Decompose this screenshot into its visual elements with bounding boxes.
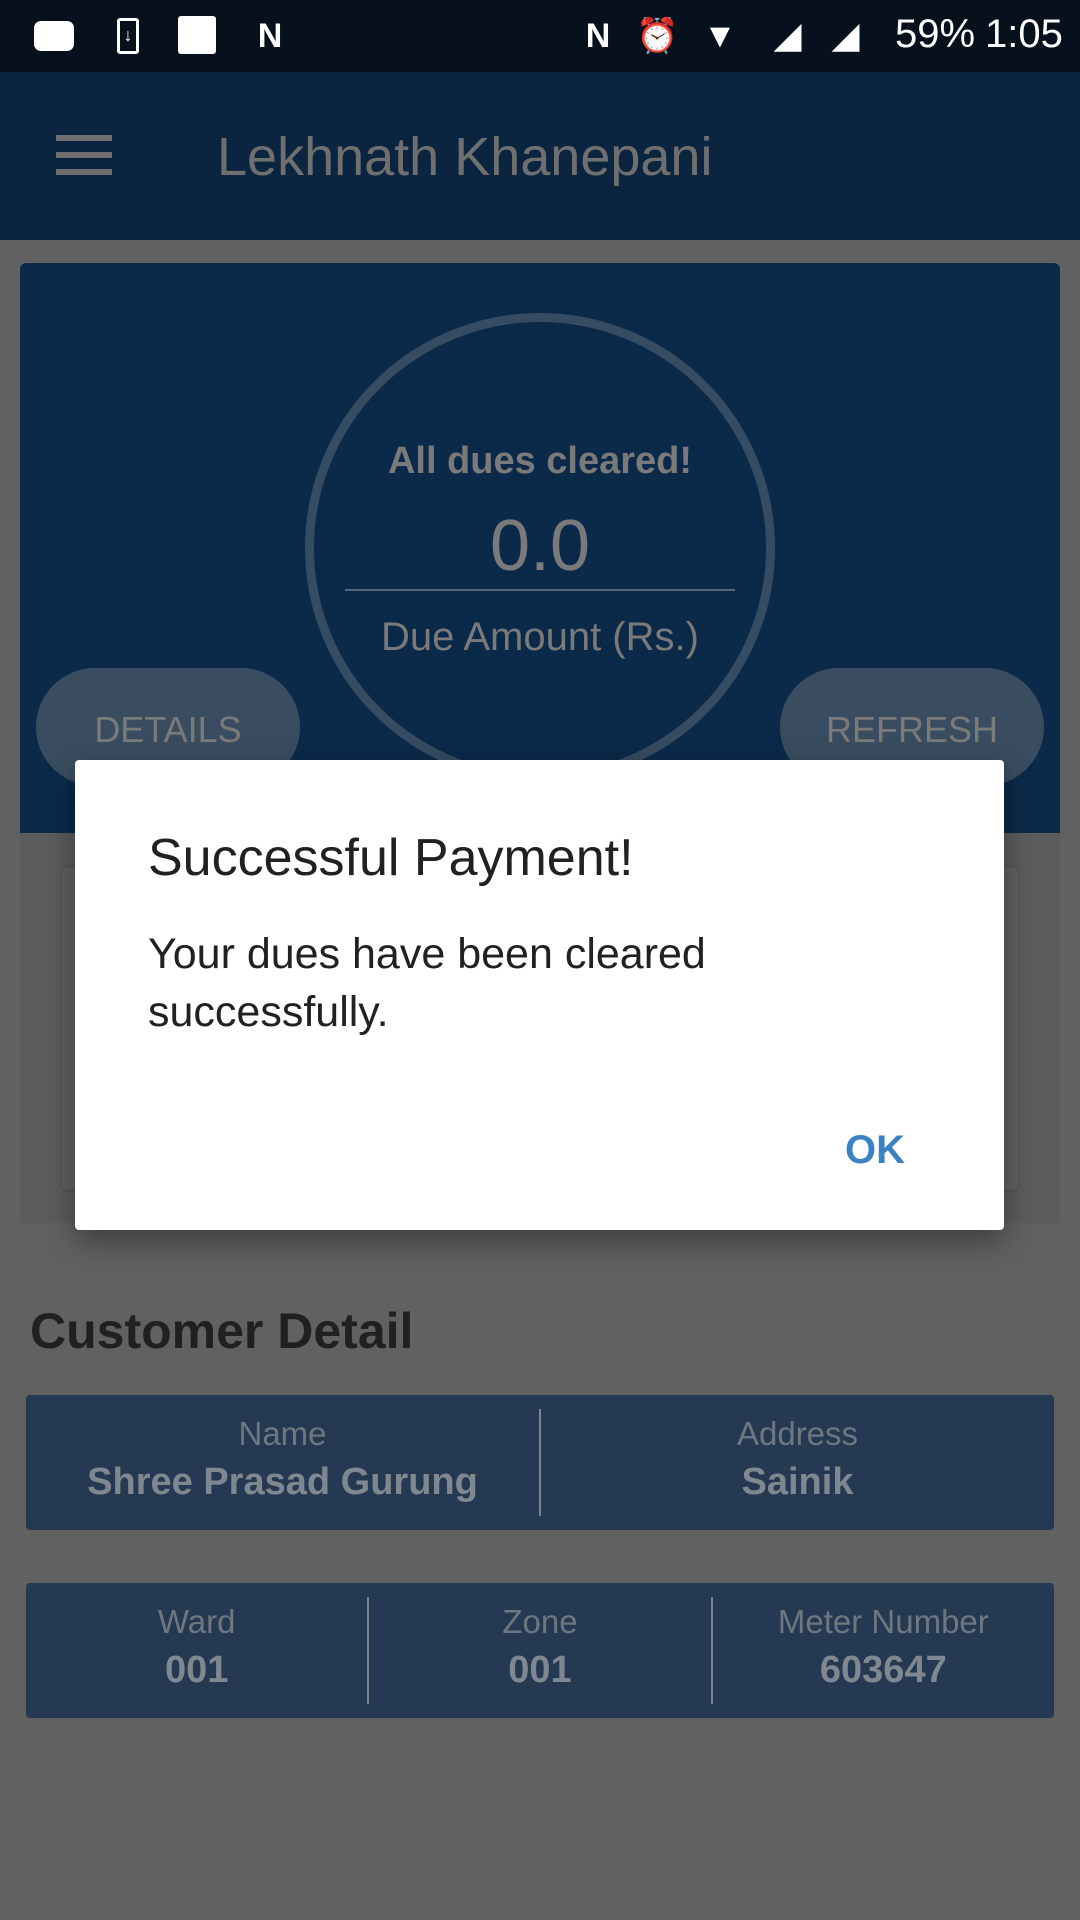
meter-label: Meter Number xyxy=(777,1603,989,1640)
dialog-title: Successful Payment! xyxy=(148,829,634,887)
ward-cell: Ward 001 xyxy=(26,1597,370,1704)
due-amount: 0.0 xyxy=(489,506,591,586)
n-icon: N xyxy=(257,17,283,55)
clock: 1:05 xyxy=(985,12,1063,56)
name-cell: Name Shree Prasad Gurung xyxy=(26,1409,541,1516)
download-icon: ↓ xyxy=(108,16,148,56)
nfc-icon: N xyxy=(585,17,611,55)
zone-value: 001 xyxy=(508,1649,572,1691)
ok-button[interactable]: OK xyxy=(833,1120,917,1181)
signal-x-icon: ◢ xyxy=(774,17,802,55)
status-bar: ↓ N N ⏰ ▼ ◢ ◢ 59% 1:05 xyxy=(0,0,1080,72)
hamburger-icon[interactable] xyxy=(56,135,112,175)
ward-value: 001 xyxy=(164,1649,229,1691)
ward-label: Ward xyxy=(157,1603,236,1640)
zone-label: Zone xyxy=(502,1603,578,1640)
meter-value: 603647 xyxy=(819,1649,947,1691)
image-icon xyxy=(178,16,218,56)
divider xyxy=(345,589,735,591)
address-label: Address xyxy=(736,1415,859,1452)
meter-info-row: Ward 001 Zone 001 Meter Number 603647 xyxy=(26,1583,1054,1718)
dialog-message: Your dues have been cleared successfully… xyxy=(148,930,706,1036)
battery-level: 59% xyxy=(895,12,976,56)
app-title: Lekhnath Khanepani xyxy=(217,127,713,187)
meter-cell: Meter Number 603647 xyxy=(713,1597,1054,1704)
name-value: Shree Prasad Gurung xyxy=(87,1461,478,1503)
due-status: All dues cleared! xyxy=(387,440,693,482)
wifi-icon: ▼ xyxy=(703,17,737,55)
alarm-icon: ⏰ xyxy=(636,17,679,55)
address-cell: Address Sainik xyxy=(541,1409,1054,1516)
payment-dialog: Successful Payment! Your dues have been … xyxy=(75,760,1004,1230)
customer-detail-title: Customer Detail xyxy=(30,1303,414,1359)
address-value: Sainik xyxy=(741,1461,854,1503)
zone-cell: Zone 001 xyxy=(369,1597,713,1704)
signal-icon: ◢ xyxy=(832,17,860,55)
due-amount-label: Due Amount (Rs.) xyxy=(381,615,699,659)
youtube-icon xyxy=(34,16,74,56)
customer-info-row: Name Shree Prasad Gurung Address Sainik xyxy=(26,1395,1054,1530)
name-label: Name xyxy=(238,1415,327,1452)
